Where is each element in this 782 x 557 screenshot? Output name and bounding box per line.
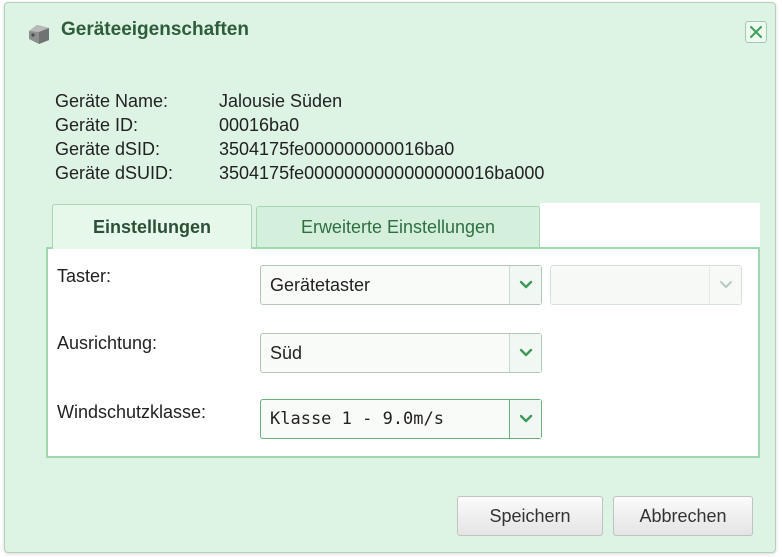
device-name-value: Jalousie Süden: [219, 91, 343, 111]
info-label: Geräte dSUID:: [55, 163, 174, 183]
taster-select[interactable]: Gerätetaster: [260, 265, 542, 305]
taster-label: Taster:: [57, 266, 112, 286]
device-dsuid-value: 3504175fe0000000000000000016ba000: [219, 163, 545, 183]
cancel-button[interactable]: Abbrechen: [613, 496, 753, 536]
tab-einstellungen[interactable]: Einstellungen: [52, 204, 252, 249]
device-dsid-value: 3504175fe000000000016ba0: [219, 139, 455, 159]
device-properties-dialog: Geräteeigenschaften Geräte Name: Jalousi…: [4, 2, 776, 553]
chevron-down-icon[interactable]: [509, 400, 541, 438]
info-label: Geräte dSID:: [55, 139, 161, 159]
windschutzklasse-select[interactable]: Klasse 1 - 9.0m/s: [260, 399, 542, 439]
chevron-down-icon[interactable]: [709, 266, 741, 304]
dialog-title: Geräteeigenschaften: [61, 19, 249, 40]
ausrichtung-value: Süd: [270, 343, 303, 363]
info-row-id: Geräte ID: 00016ba0: [55, 113, 544, 137]
info-label: Geräte Name:: [55, 91, 169, 111]
dialog-titlebar[interactable]: Geräteeigenschaften: [5, 3, 775, 57]
device-info: Geräte Name: Jalousie Süden Geräte ID: 0…: [55, 89, 544, 185]
taster-secondary-select[interactable]: [550, 265, 742, 305]
device-id-value: 00016ba0: [219, 115, 300, 135]
info-label: Geräte ID:: [55, 115, 139, 135]
tab-strip-filler: [540, 203, 760, 247]
settings-panel: Taster: Gerätetaster Ausrichtung: Süd Wi…: [46, 247, 760, 458]
ausrichtung-select[interactable]: Süd: [260, 333, 542, 373]
ausrichtung-label: Ausrichtung:: [57, 333, 158, 353]
taster-value: Gerätetaster: [270, 275, 371, 295]
save-button[interactable]: Speichern: [457, 496, 603, 536]
close-icon: [746, 25, 766, 46]
device-icon: [27, 23, 51, 45]
chevron-down-icon[interactable]: [509, 334, 541, 372]
tab-bar: Einstellungen Erweiterte Einstellungen: [46, 203, 760, 249]
windschutzklasse-label: Windschutzklasse:: [57, 402, 207, 422]
tab-erweiterte-einstellungen[interactable]: Erweiterte Einstellungen: [256, 206, 540, 247]
info-row-dsuid: Geräte dSUID: 3504175fe00000000000000000…: [55, 161, 544, 185]
chevron-down-icon[interactable]: [509, 266, 541, 304]
close-button[interactable]: [745, 21, 767, 43]
info-row-name: Geräte Name: Jalousie Süden: [55, 89, 544, 113]
info-row-dsid: Geräte dSID: 3504175fe000000000016ba0: [55, 137, 544, 161]
windschutzklasse-value: Klasse 1 - 9.0m/s: [270, 409, 444, 429]
